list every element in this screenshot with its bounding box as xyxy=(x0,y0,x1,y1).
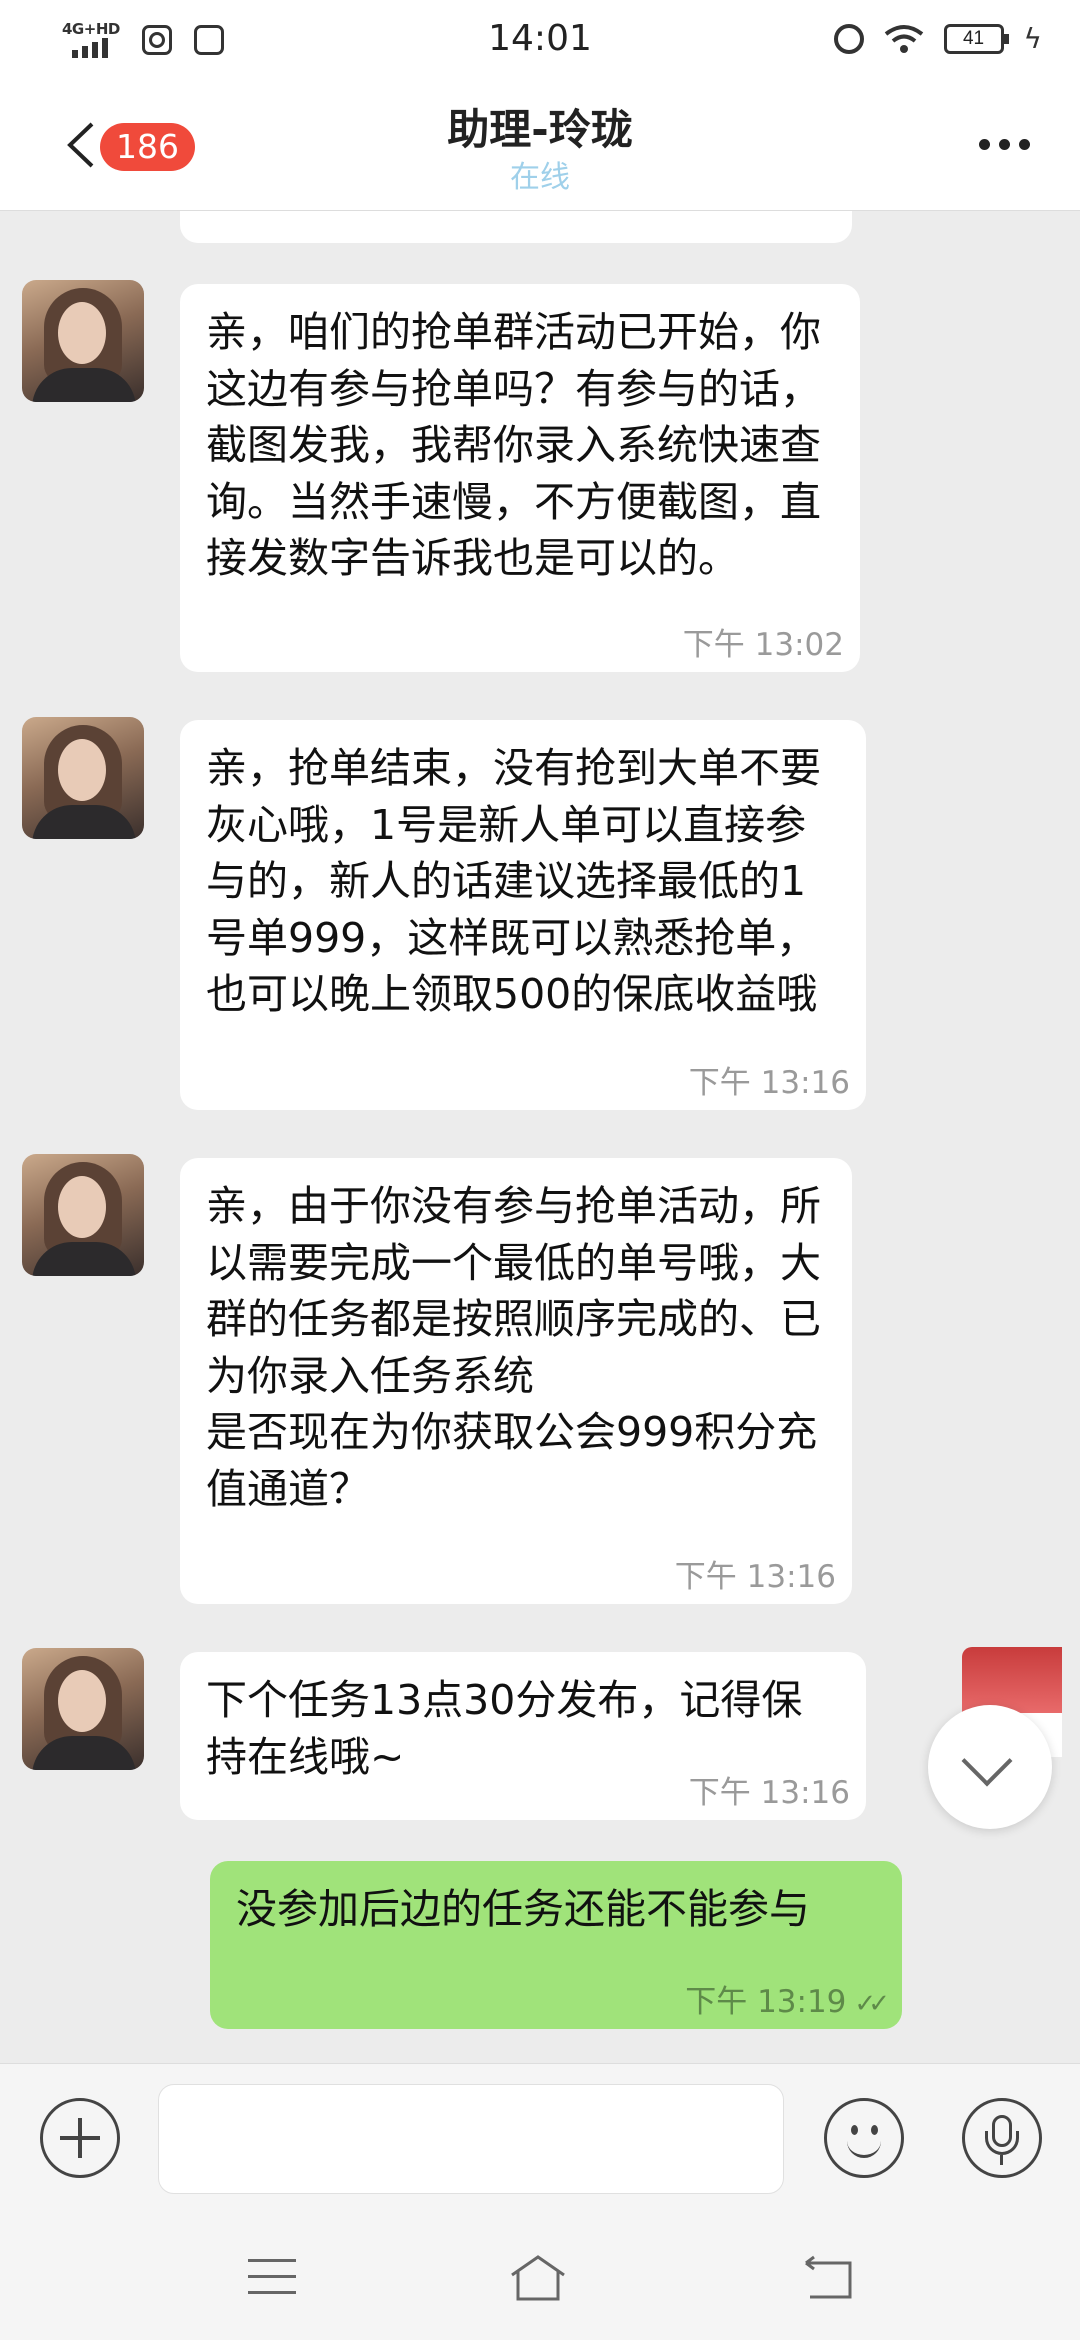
more-dot xyxy=(999,139,1010,150)
message-time: 下午 13:16 xyxy=(688,1775,850,1811)
home-button[interactable] xyxy=(508,2253,568,2303)
incoming-message-bubble[interactable]: 亲，由于你没有参与抢单活动，所以需要完成一个最低的单号哦，大群的任务都是按照顺序… xyxy=(180,1158,852,1604)
previous-message-bubble[interactable] xyxy=(180,211,852,243)
message-text: 亲，咱们的抢单群活动已开始，你这边有参与抢单吗？有参与的话，截图发我，我帮你录入… xyxy=(206,308,821,582)
message-input-bar xyxy=(0,2063,1080,2216)
contact-avatar[interactable] xyxy=(22,1154,144,1276)
wifi-icon xyxy=(884,24,923,53)
more-options-button[interactable] xyxy=(979,139,1030,150)
incoming-message-bubble[interactable]: 下个任务13点30分发布，记得保持在线哦~ 下午 13:16 xyxy=(180,1652,866,1820)
contact-avatar[interactable] xyxy=(22,280,144,402)
scroll-to-bottom-button[interactable] xyxy=(928,1705,1052,1829)
outgoing-message-bubble[interactable]: 没参加后边的任务还能不能参与 下午 13:19 ✓✓ xyxy=(210,1861,902,2029)
message-time: 下午 13:16 xyxy=(688,1065,850,1101)
system-navigation-bar xyxy=(0,2215,1080,2340)
more-dot xyxy=(1019,139,1030,150)
status-bar: 4G+HD 14:01 41 ϟ xyxy=(0,0,1080,82)
message-list[interactable]: 亲，咱们的抢单群活动已开始，你这边有参与抢单吗？有参与的话，截图发我，我帮你录入… xyxy=(0,211,1080,2063)
message-text: 亲，由于你没有参与抢单活动，所以需要完成一个最低的单号哦，大群的任务都是按照顺序… xyxy=(206,1182,821,1513)
message-input[interactable] xyxy=(158,2084,784,2194)
contact-avatar[interactable] xyxy=(22,1648,144,1770)
recent-apps-button[interactable] xyxy=(244,2253,304,2303)
incoming-message-bubble[interactable]: 亲，咱们的抢单群活动已开始，你这边有参与抢单吗？有参与的话，截图发我，我帮你录入… xyxy=(180,284,860,672)
system-back-button[interactable] xyxy=(798,2253,858,2303)
microphone-icon[interactable] xyxy=(962,2098,1042,2178)
contact-avatar[interactable] xyxy=(22,717,144,839)
status-right-group: 41 ϟ xyxy=(833,22,1042,55)
battery-icon: 41 xyxy=(943,23,1009,54)
plus-icon[interactable] xyxy=(40,2098,120,2178)
read-receipt-icon: ✓✓ xyxy=(854,1989,889,2019)
message-text: 没参加后边的任务还能不能参与 xyxy=(236,1885,810,1933)
smiley-icon[interactable] xyxy=(824,2098,904,2178)
chat-header: 186 助理-玲珑 在线 xyxy=(0,82,1080,211)
alarm-icon xyxy=(833,23,864,54)
message-text: 亲，抢单结束，没有抢到大单不要灰心哦，1号是新人单可以直接参与的，新人的话建议选… xyxy=(206,744,821,1018)
incoming-message-bubble[interactable]: 亲，抢单结束，没有抢到大单不要灰心哦，1号是新人单可以直接参与的，新人的话建议选… xyxy=(180,720,866,1110)
message-time: 下午 13:16 xyxy=(674,1559,836,1595)
charging-icon: ϟ xyxy=(1023,22,1042,55)
more-dot xyxy=(979,139,990,150)
contact-name: 助理-玲珑 xyxy=(447,105,633,154)
online-status: 在线 xyxy=(510,160,570,195)
message-time-text: 下午 13:19 xyxy=(685,1984,847,2020)
message-time: 下午 13:02 xyxy=(682,627,844,663)
message-time: 下午 13:19 ✓✓ xyxy=(685,1976,890,2021)
